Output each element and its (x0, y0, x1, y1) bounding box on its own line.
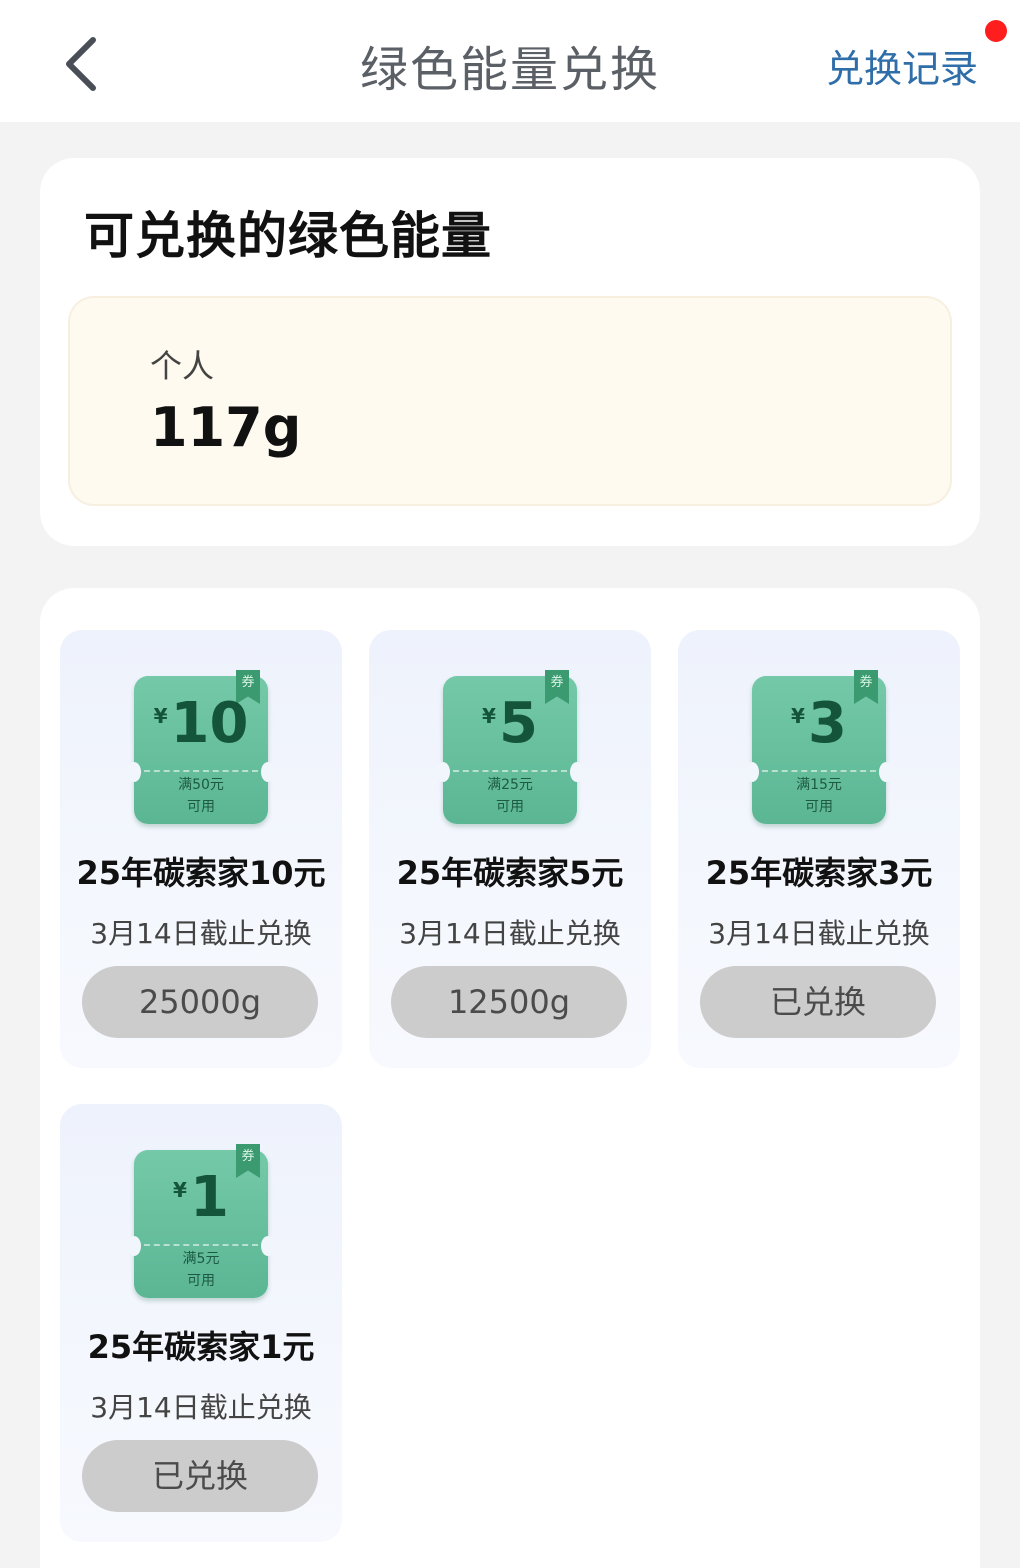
coupon-condition: 满50元 可用 (178, 777, 224, 815)
currency-symbol: ¥ (153, 704, 168, 728)
coupon-deadline: 3月14日截止兑换 (90, 917, 312, 950)
redeemed-button[interactable]: 已兑换 (700, 966, 936, 1038)
top-bar: 绿色能量兑换 兑换记录 (0, 0, 1020, 122)
coupon-tile-5: 券 ¥5 满25元 可用 25年碳索家5元 3月14日截止兑换 12500g (369, 630, 651, 1068)
coupon-deadline: 3月14日截止兑换 (90, 1391, 312, 1424)
notification-dot (985, 20, 1007, 42)
coupon-list: 券 ¥10 满50元 可用 25年碳索家10元 3月14日截止兑换 25000g… (40, 588, 980, 1568)
coupon-ticket: 券 ¥5 满25元 可用 (436, 670, 584, 824)
coupon-amount: 1 (189, 1165, 229, 1230)
coupon-deadline: 3月14日截止兑换 (399, 917, 621, 950)
redeem-button[interactable]: 12500g (391, 966, 627, 1038)
coupon-amount: 5 (498, 691, 538, 756)
balance-box: 个人 117g (68, 296, 952, 506)
coupon-tile-1: 券 ¥1 满5元 可用 25年碳索家1元 3月14日截止兑换 已兑换 (60, 1104, 342, 1542)
coupon-divider (762, 770, 876, 772)
coupon-condition: 满15元 可用 (796, 777, 842, 815)
coupon-tile-10: 券 ¥10 满50元 可用 25年碳索家10元 3月14日截止兑换 25000g (60, 630, 342, 1068)
exchange-records-link[interactable]: 兑换记录 (826, 38, 978, 93)
coupon-divider (144, 1244, 258, 1246)
coupon-name: 25年碳索家3元 (705, 854, 933, 892)
redeem-button[interactable]: 25000g (82, 966, 318, 1038)
balance-title: 可兑换的绿色能量 (84, 207, 492, 265)
coupon-ticket: 券 ¥10 满50元 可用 (127, 670, 275, 824)
coupon-deadline: 3月14日截止兑换 (708, 917, 930, 950)
currency-symbol: ¥ (482, 704, 496, 728)
coupon-name: 25年碳索家1元 (87, 1328, 315, 1366)
coupon-name: 25年碳索家10元 (76, 854, 326, 892)
coupon-ticket: 券 ¥3 满15元 可用 (745, 670, 893, 824)
coupon-ticket: 券 ¥1 满5元 可用 (127, 1144, 275, 1298)
redeemed-button[interactable]: 已兑换 (82, 1440, 318, 1512)
coupon-amount: 10 (170, 691, 249, 756)
balance-card: 可兑换的绿色能量 个人 117g (40, 158, 980, 546)
balance-label: 个人 (150, 347, 215, 385)
balance-value: 117g (150, 396, 302, 459)
coupon-condition: 满5元 可用 (182, 1251, 220, 1289)
coupon-divider (144, 770, 258, 772)
coupon-divider (453, 770, 567, 772)
coupon-amount: 3 (807, 691, 847, 756)
currency-symbol: ¥ (173, 1178, 187, 1202)
coupon-tile-3: 券 ¥3 满15元 可用 25年碳索家3元 3月14日截止兑换 已兑换 (678, 630, 960, 1068)
coupon-condition: 满25元 可用 (487, 777, 533, 815)
coupon-name: 25年碳索家5元 (396, 854, 624, 892)
currency-symbol: ¥ (791, 704, 805, 728)
